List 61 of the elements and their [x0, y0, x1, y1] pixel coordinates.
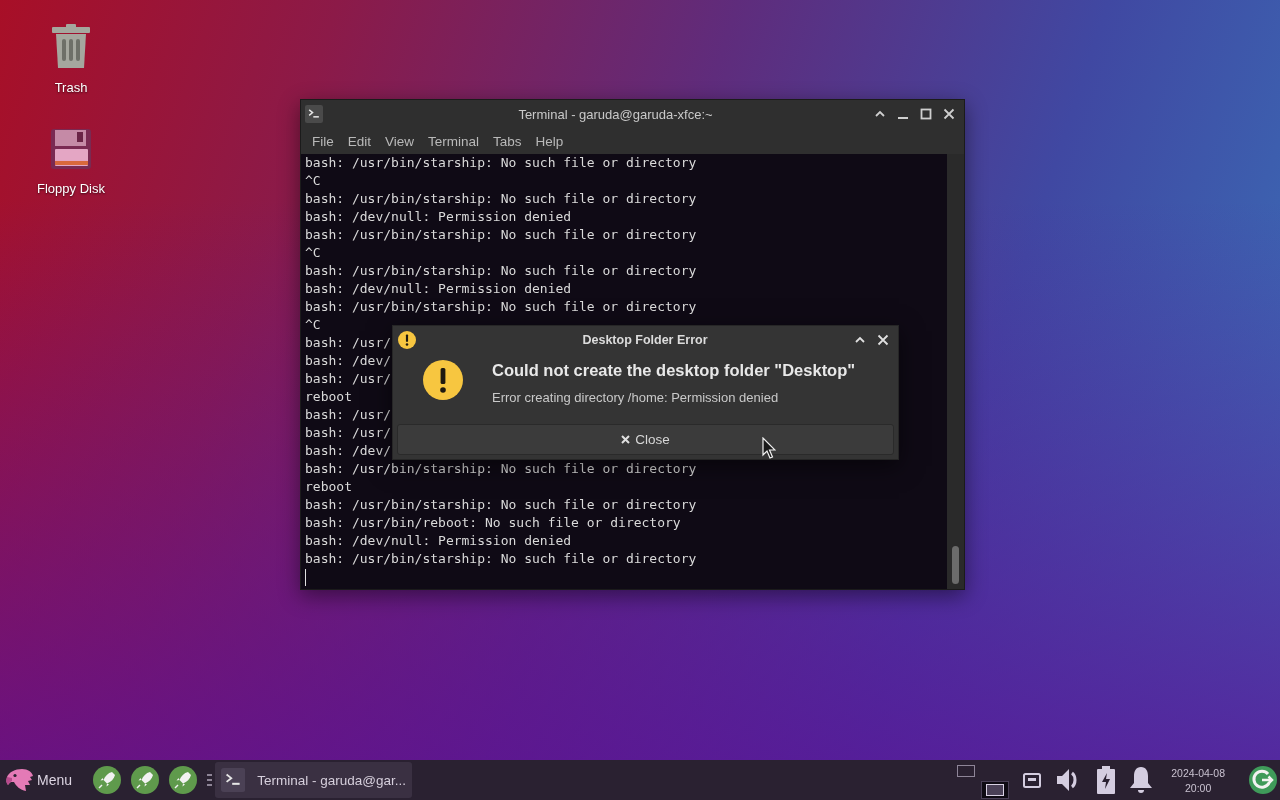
menu-item[interactable]: File [306, 131, 340, 151]
menu-item[interactable]: View [379, 131, 421, 151]
dialog-title: Desktop Folder Error [581, 333, 709, 347]
terminal-line: bash: /usr/bin/reboot: No such file or directory [305, 514, 681, 532]
battery-charging-icon[interactable] [1097, 766, 1116, 794]
terminal-line: bash: /usr/bin/starship: No such file or directory [305, 460, 697, 478]
terminal-line: bash: /usr/ [305, 334, 392, 352]
terminal-line: bash: /dev/null: Permission denied [305, 532, 572, 550]
trash-icon[interactable] [52, 24, 90, 68]
terminal-line: bash: /usr/ [305, 370, 392, 388]
close-button[interactable]: Close [397, 424, 894, 455]
scrollbar[interactable] [947, 154, 964, 589]
terminal-line: bash: /usr/bin/starship: No such file or directory [305, 550, 697, 568]
window-thumbnail [957, 764, 976, 777]
rocket-icon[interactable] [93, 766, 122, 794]
close-icon [621, 435, 631, 444]
terminal-line: bash: /usr/bin/starship: No such file or directory [305, 262, 697, 280]
terminal-icon [305, 105, 323, 123]
terminal-line: bash: /usr/bin/starship: No such file or directory [305, 154, 697, 172]
menu-item[interactable]: Tabs [487, 131, 528, 151]
terminal-line: reboot [305, 388, 352, 406]
clock-time[interactable]: 20:00 [1185, 781, 1212, 794]
terminal-line: bash: /usr/bin/starship: No such file or directory [305, 226, 697, 244]
window-title: Terminal - garuda@garuda-xfce:~ [517, 106, 714, 122]
terminal-line: ^C [305, 316, 321, 334]
logout-icon[interactable] [1249, 766, 1277, 794]
terminal-line: bash: /dev/ [305, 352, 392, 370]
rocket-icon[interactable] [131, 766, 160, 794]
taskbar-button[interactable]: Terminal - garuda@gar... [215, 762, 413, 798]
terminal-line: bash: /usr/ [305, 424, 392, 442]
bell-icon[interactable] [1129, 766, 1154, 794]
menu-item[interactable]: Help [529, 131, 570, 151]
workspace-button[interactable] [981, 780, 1010, 799]
terminal-line: bash: /dev/null: Permission denied [305, 280, 572, 298]
terminal-line: bash: /usr/bin/starship: No such file or directory [305, 496, 697, 514]
window-thumbnail [986, 783, 1005, 796]
text-cursor [305, 569, 306, 586]
menu-button[interactable]: Menu [3, 762, 77, 798]
error-heading: Could not create the desktop folder "Desktop" [492, 360, 857, 381]
terminal-icon [221, 767, 246, 793]
drag-handle-icon[interactable] [207, 773, 213, 787]
warning-icon [423, 360, 463, 400]
terminal-line: bash: /usr/bin/starship: No such file or directory [305, 190, 697, 208]
error-message: Error creating directory /home: Permission denied [492, 389, 780, 406]
desktop-icon-label[interactable]: Floppy Disk [37, 181, 105, 197]
terminal-line: ^C [305, 244, 321, 262]
terminal-line: bash: /usr/ [305, 406, 392, 424]
terminal-line: bash: /dev/null: Permission denied [305, 208, 572, 226]
rocket-icon[interactable] [169, 766, 198, 794]
menu-item[interactable]: Terminal [422, 131, 486, 151]
bird-head-icon [4, 767, 34, 793]
clock-date[interactable]: 2024-04-08 [1171, 766, 1225, 779]
network-icon[interactable] [1023, 772, 1042, 788]
terminal-line: bash: /dev/ [305, 442, 392, 460]
terminal-line: reboot [305, 478, 352, 496]
terminal-line: ^C [305, 172, 321, 190]
warning-icon [398, 331, 416, 349]
desktop-icon-label[interactable]: Trash [54, 80, 88, 96]
scrollbar-thumb[interactable] [952, 546, 959, 584]
terminal-line: bash: /usr/bin/starship: No such file or directory [305, 298, 697, 316]
menu-item[interactable]: Edit [341, 131, 378, 151]
